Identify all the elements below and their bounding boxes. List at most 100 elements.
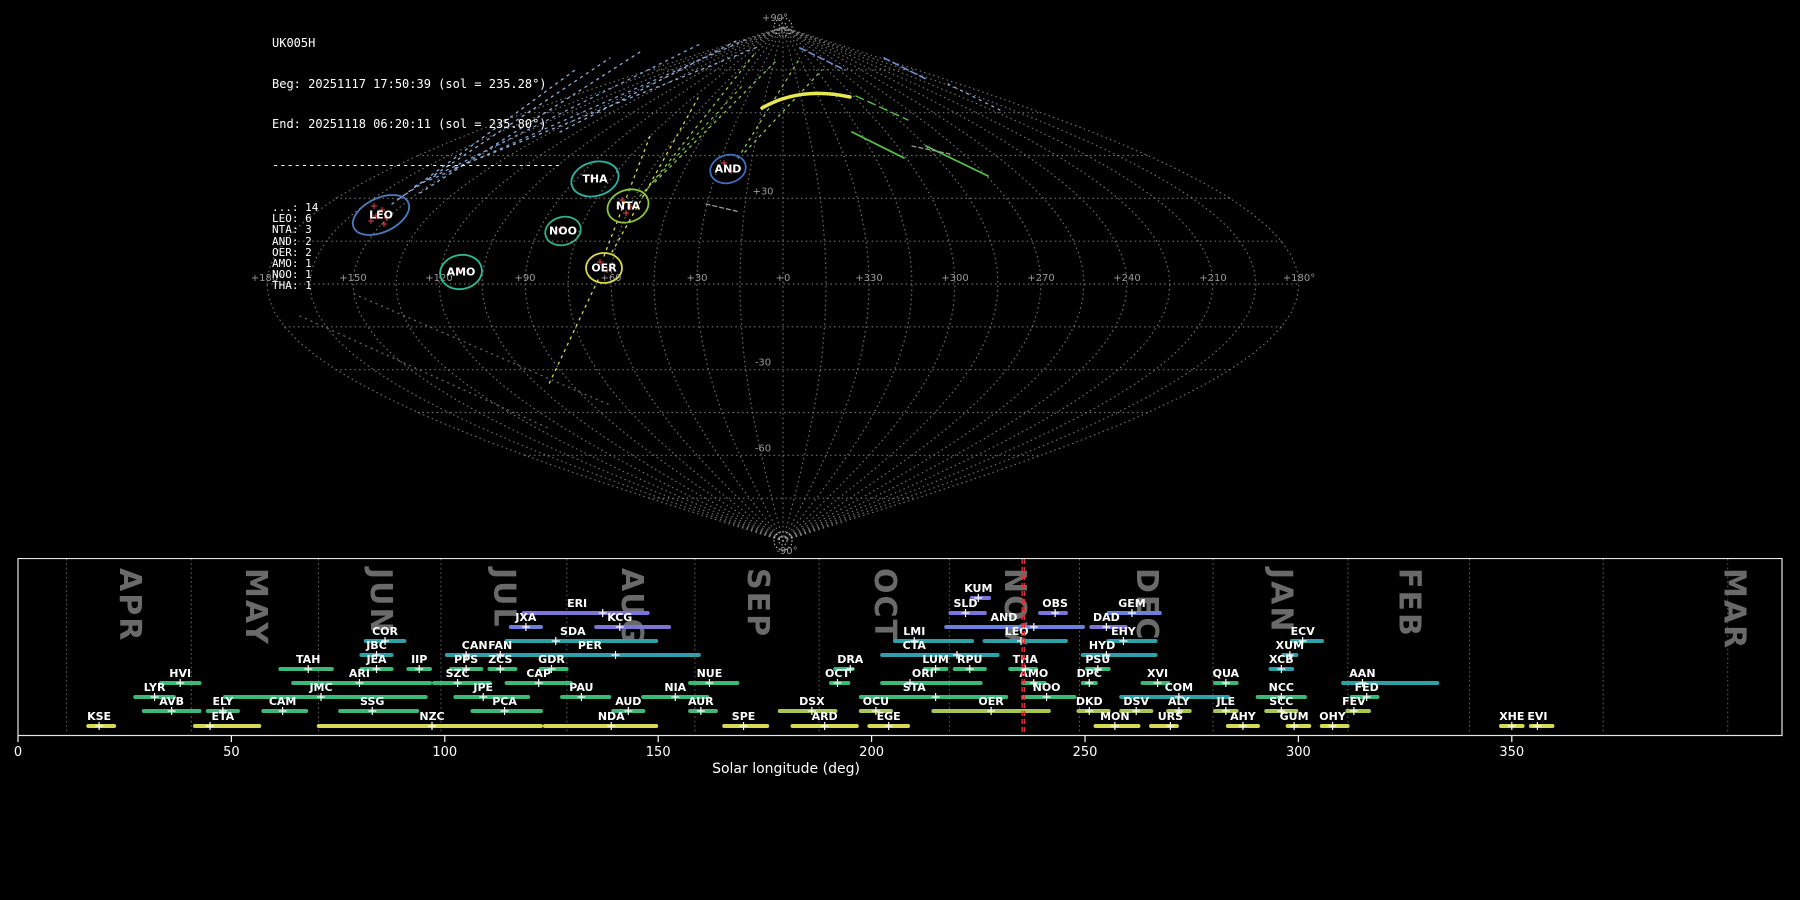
meteor-trail bbox=[855, 95, 909, 121]
count-leo: LEO: 6 bbox=[272, 212, 312, 226]
shower-code-label: ETA bbox=[212, 710, 235, 723]
radiant-and: AND bbox=[709, 153, 747, 185]
shower-eta: ETA bbox=[192, 710, 262, 730]
activity-bar bbox=[1149, 724, 1179, 728]
radiant-sky-map: +180° +150 +120 +90 +60 +30 +0 +330 +300 +270 +240… bbox=[251, 13, 1315, 557]
shower-rpu: RPU bbox=[952, 653, 987, 673]
solar-longitude-axis: 0 50 100 150 200 250 300 350 Solar longitude (de… bbox=[14, 736, 1524, 777]
meteor-trail bbox=[299, 315, 549, 429]
shower-code-label: ORI bbox=[912, 667, 934, 680]
activity-bar bbox=[880, 681, 983, 685]
lon-label: +180° bbox=[1283, 273, 1315, 284]
meteor-trail bbox=[353, 293, 613, 407]
shower-code-label: NZC bbox=[419, 710, 444, 723]
meteor-trail bbox=[611, 97, 699, 253]
activity-bar bbox=[982, 639, 1068, 643]
radiant-code-label: THA bbox=[582, 173, 608, 186]
shower-code-label: JXA bbox=[514, 611, 537, 624]
activity-bar bbox=[338, 709, 420, 713]
shower-qua: QUA bbox=[1213, 667, 1240, 687]
shower-urs: URS bbox=[1149, 710, 1183, 730]
shower-code-label: ECV bbox=[1291, 625, 1316, 638]
shower-code-label: NUE bbox=[697, 667, 723, 680]
shower-code-label: RPU bbox=[957, 653, 982, 666]
activity-bar bbox=[594, 625, 672, 629]
shower-code-label: CAP bbox=[526, 667, 551, 680]
bright-meteor-trail bbox=[760, 91, 852, 110]
shower-code-label: XHE bbox=[1499, 710, 1524, 723]
shower-code-label: DRA bbox=[837, 653, 864, 666]
shower-code-label: CAN bbox=[462, 639, 488, 652]
shower-code-label: COM bbox=[1165, 681, 1193, 694]
shower-code-label: AVB bbox=[159, 695, 184, 708]
shower-code-label: NCC bbox=[1269, 681, 1294, 694]
shower-code-label: SSG bbox=[360, 695, 384, 708]
shower-code-label: PSU bbox=[1085, 653, 1110, 666]
shower-code-label: SCC bbox=[1269, 695, 1293, 708]
shower-code-label: IIP bbox=[411, 653, 427, 666]
meteor-trail bbox=[744, 69, 823, 153]
shower-bars: KUMERI SLD OBS GEMJXA KCG AND DADCOR SDA LMI LEO E… bbox=[86, 582, 1555, 730]
activity-bar bbox=[222, 695, 428, 699]
shower-code-label: PER bbox=[578, 639, 603, 652]
shower-code-label: JBC bbox=[365, 639, 387, 652]
meteor-trail bbox=[851, 131, 905, 159]
axis-title: Solar longitude (deg) bbox=[712, 761, 860, 777]
shower-code-label: ARI bbox=[349, 667, 370, 680]
axis-tick-label: 200 bbox=[859, 745, 884, 760]
shower-ahy: AHY bbox=[1225, 710, 1260, 730]
shower-code-label: ELY bbox=[212, 695, 234, 708]
shower-obs: OBS bbox=[1038, 597, 1068, 617]
shower-code-label: NIA bbox=[664, 681, 686, 694]
shower-activity-timeline: APR MAY JUN JUL AUG SEP OCT NOV DEC JAN FEB MARKUME… bbox=[14, 558, 1783, 777]
shower-oct: OCT bbox=[825, 667, 850, 687]
shower-code-label: JPE bbox=[472, 681, 493, 694]
month-labels: APR MAY JUN JUL AUG SEP OCT NOV DEC JAN FEB MAR bbox=[112, 566, 1752, 650]
shower-code-label: DAD bbox=[1093, 611, 1120, 624]
shower-code-label: AND bbox=[990, 611, 1017, 624]
axis-tick-label: 100 bbox=[432, 745, 457, 760]
shower-code-label: EGE bbox=[877, 710, 901, 723]
count-and: AND: 2 bbox=[272, 234, 312, 248]
count-noo: NOO: 1 bbox=[272, 268, 312, 282]
shower-code-label: ZCS bbox=[488, 653, 512, 666]
shower-iip: IIP bbox=[406, 653, 432, 673]
shower-code-label: PCA bbox=[492, 695, 517, 708]
shower-code-label: SZC bbox=[446, 667, 470, 680]
meteor-trail bbox=[911, 145, 951, 155]
count-sporadic: ...: 14 bbox=[272, 201, 319, 214]
month-label-may: MAY bbox=[238, 568, 273, 646]
shower-code-label: AUR bbox=[688, 695, 714, 708]
activity-bar bbox=[1345, 709, 1371, 713]
shower-code-label: NOO bbox=[1033, 681, 1061, 694]
shower-code-label: AUD bbox=[615, 695, 641, 708]
shower-code-label: ARD bbox=[812, 710, 838, 723]
shower-nue: NUE bbox=[688, 667, 740, 687]
shower-gum: GUM bbox=[1280, 710, 1312, 730]
shower-code-label: JLE bbox=[1216, 695, 1236, 708]
month-label-mar: MAR bbox=[1717, 568, 1752, 650]
shower-code-label: OCU bbox=[863, 695, 889, 708]
shower-code-label: CAM bbox=[269, 695, 297, 708]
lat-label: -60 bbox=[755, 443, 771, 454]
month-label-apr: APR bbox=[112, 568, 147, 642]
shower-tah: TAH bbox=[278, 653, 334, 673]
shower-code-label: CTA bbox=[903, 639, 927, 652]
shower-code-label: XVI bbox=[1147, 667, 1168, 680]
shower-code-label: ALY bbox=[1168, 695, 1191, 708]
shower-code-label: XCB bbox=[1269, 653, 1294, 666]
activity-bar bbox=[1528, 724, 1555, 728]
shower-code-label: AAN bbox=[1349, 667, 1375, 680]
end-time-line: End: 20251118 06:20:11 (sol = 235.80°) bbox=[272, 117, 547, 131]
shower-code-label: LMI bbox=[903, 625, 925, 638]
count-tha: THA: 1 bbox=[272, 279, 312, 293]
meteor-trail bbox=[883, 57, 929, 81]
shower-code-label: QUA bbox=[1213, 667, 1240, 680]
shower-code-label: FEV bbox=[1342, 695, 1366, 708]
shower-code-label: HYD bbox=[1089, 639, 1115, 652]
north-pole-label: +90° bbox=[762, 13, 788, 24]
lon-label: +300 bbox=[941, 273, 968, 284]
shower-code-label: AHY bbox=[1230, 710, 1257, 723]
shower-count-list: ...: 14 LEO: 6 NTA: 3 AND: 2 OER: 2 AMO: 1 NOO… bbox=[272, 202, 561, 292]
shower-code-label: OER bbox=[978, 695, 1004, 708]
